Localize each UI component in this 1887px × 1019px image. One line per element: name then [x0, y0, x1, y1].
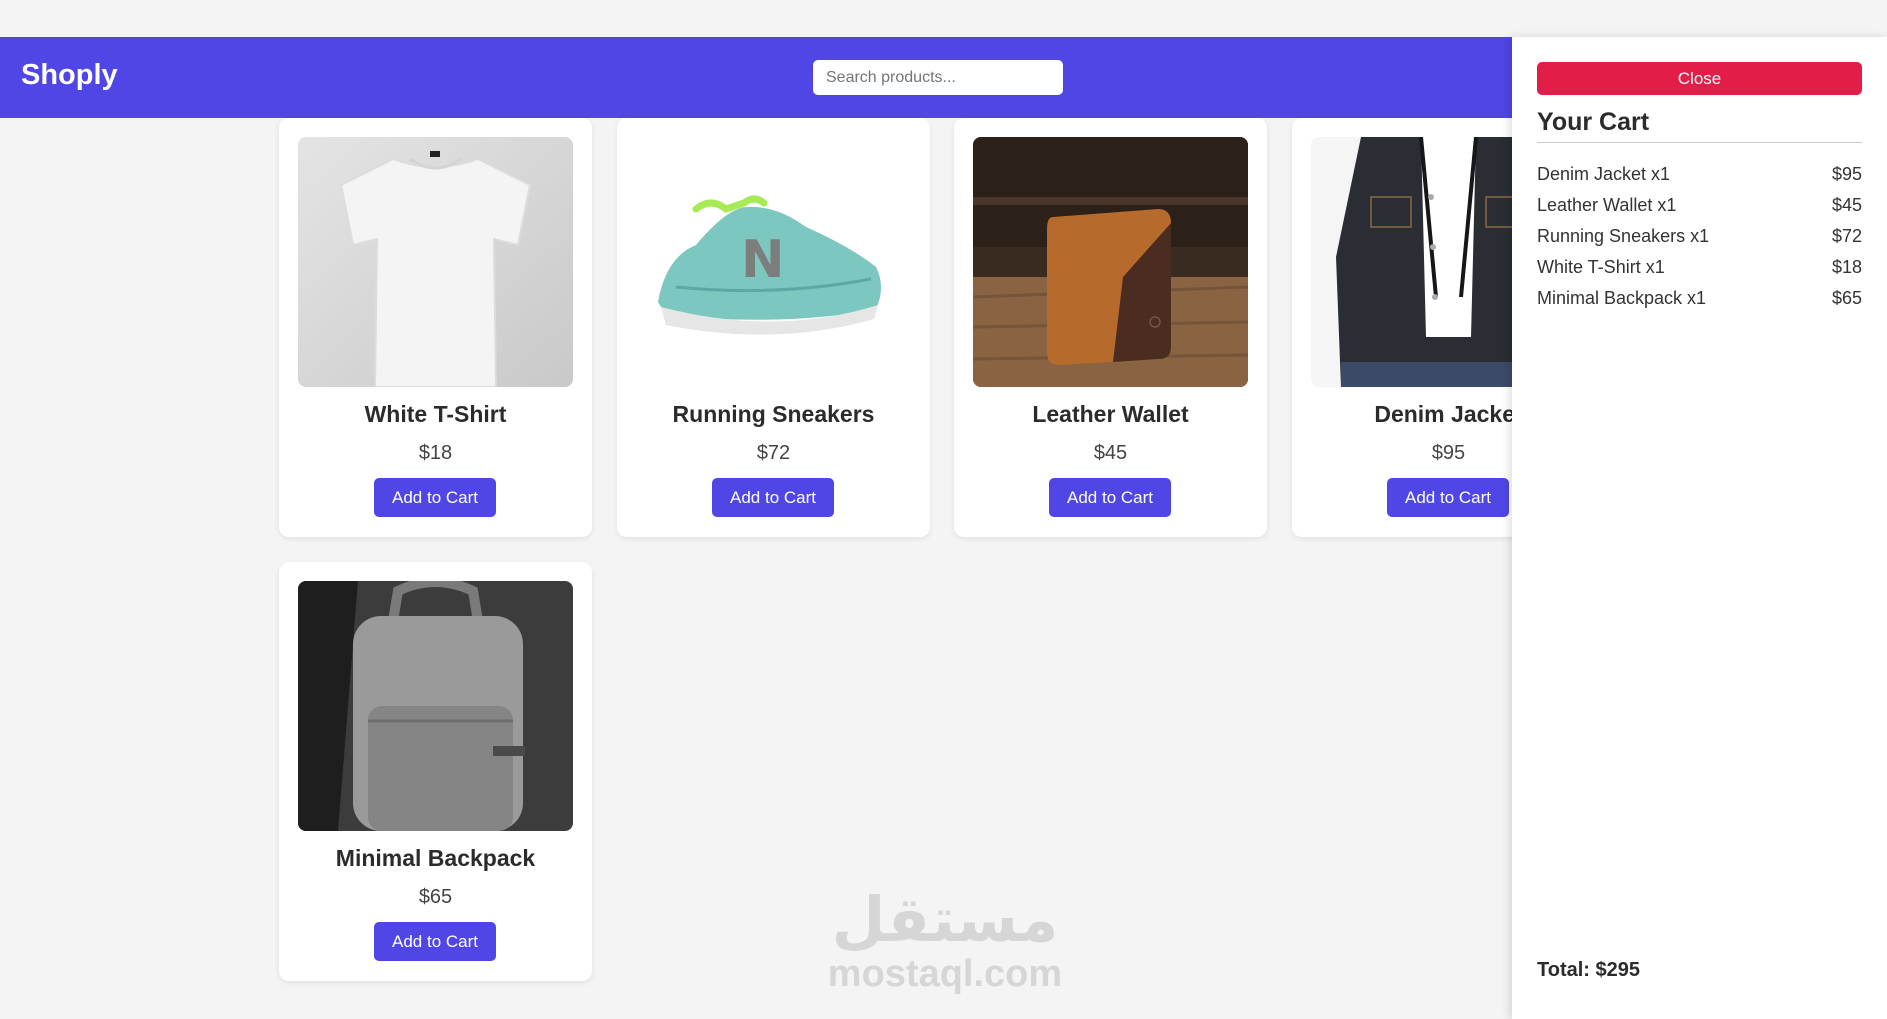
minimal-backpack-image [298, 581, 573, 831]
add-to-cart-button[interactable]: Add to Cart [1049, 478, 1171, 517]
cart-item-price: $18 [1831, 257, 1862, 277]
product-card: White T-Shirt $18 Add to Cart [279, 118, 592, 537]
cart-item: Leather Wallet x1 $45 [1537, 190, 1862, 221]
cart-items-list: Denim Jacket x1 $95 Leather Wallet x1 $4… [1537, 159, 1862, 314]
product-card: N Running Sneakers $72 Add to Cart [617, 118, 930, 537]
product-name: White T-Shirt [364, 401, 507, 427]
cart-item-price: $65 [1831, 288, 1862, 308]
add-to-cart-button[interactable]: Add to Cart [374, 922, 496, 961]
cart-item-label: Running Sneakers x1 [1537, 226, 1710, 246]
add-to-cart-button[interactable]: Add to Cart [712, 478, 834, 517]
cart-item: Minimal Backpack x1 $65 [1537, 283, 1862, 314]
product-name: Running Sneakers [672, 401, 875, 427]
cart-item: Denim Jacket x1 $95 [1537, 159, 1862, 190]
cart-item-label: Leather Wallet x1 [1537, 195, 1677, 215]
running-sneakers-image: N [636, 137, 911, 387]
white-tshirt-image [298, 137, 573, 387]
watermark: مستقل mostaql.com [820, 883, 1070, 995]
cart-item-price: $95 [1831, 164, 1862, 184]
cart-title: Your Cart [1537, 108, 1650, 136]
product-price: $45 [1093, 442, 1128, 464]
svg-text:N: N [741, 230, 785, 290]
product-price: $18 [418, 442, 453, 464]
cart-item: White T-Shirt x1 $18 [1537, 252, 1862, 283]
cart-item: Running Sneakers x1 $72 [1537, 221, 1862, 252]
cart-item-label: Minimal Backpack x1 [1537, 288, 1707, 308]
search-input[interactable] [813, 60, 1063, 95]
product-name: Minimal Backpack [335, 845, 536, 871]
cart-item-label: White T-Shirt x1 [1537, 257, 1665, 277]
product-card: Leather Wallet $45 Add to Cart [954, 118, 1267, 537]
add-to-cart-button[interactable]: Add to Cart [1387, 478, 1509, 517]
watermark-latin: mostaql.com [827, 953, 1063, 995]
cart-divider [1537, 142, 1862, 143]
close-cart-button[interactable]: Close [1537, 62, 1862, 95]
watermark-arabic: مستقل [831, 883, 1059, 956]
leather-wallet-image [973, 137, 1248, 387]
store-logo[interactable]: Shoply [21, 59, 118, 92]
add-to-cart-button[interactable]: Add to Cart [374, 478, 496, 517]
cart-total: Total: $295 [1537, 959, 1640, 981]
cart-item-label: Denim Jacket x1 [1537, 164, 1671, 184]
cart-item-price: $72 [1831, 226, 1862, 246]
product-price: $65 [418, 886, 453, 908]
product-card: Minimal Backpack $65 Add to Cart [279, 562, 592, 981]
cart-sidebar: Close Your Cart Denim Jacket x1 $95 Leat… [1512, 37, 1887, 1019]
product-name: Leather Wallet [1032, 401, 1189, 427]
product-price: $72 [756, 442, 791, 464]
cart-item-price: $45 [1831, 195, 1862, 215]
